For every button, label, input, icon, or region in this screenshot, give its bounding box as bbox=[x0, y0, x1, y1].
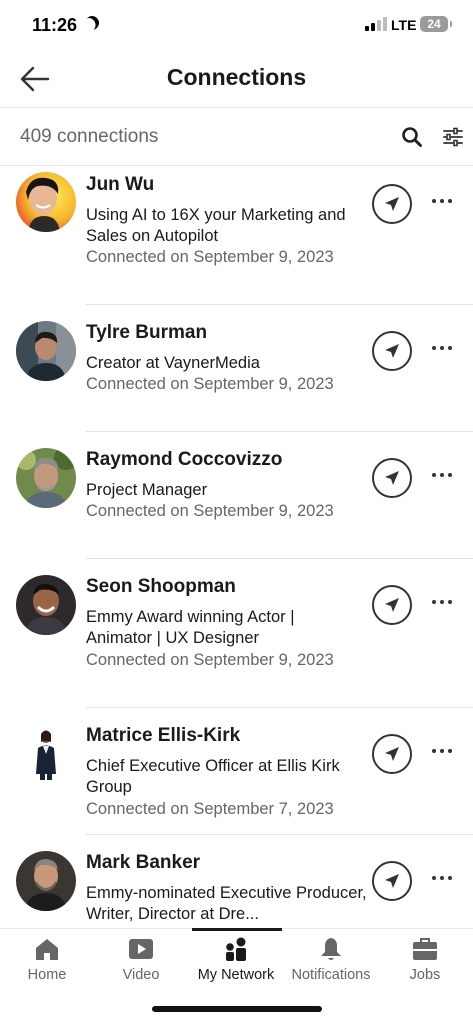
battery-level: 24 bbox=[427, 17, 441, 31]
send-message-button[interactable] bbox=[372, 331, 412, 371]
nav-notifications-label: Notifications bbox=[291, 967, 371, 983]
more-options-button[interactable] bbox=[430, 598, 454, 608]
connected-date: Connected on September 7, 2023 bbox=[86, 800, 334, 818]
avatar[interactable] bbox=[16, 724, 76, 784]
filter-button[interactable] bbox=[442, 127, 464, 147]
connection-row[interactable]: Raymond Coccovizzo Project Manager Conne… bbox=[0, 432, 473, 559]
avatar[interactable] bbox=[16, 321, 76, 381]
nav-video[interactable]: Video bbox=[94, 929, 188, 995]
connection-headline: Project Manager bbox=[86, 481, 208, 499]
connection-headline: Chief Executive Officer at Ellis Kirk Gr… bbox=[86, 757, 340, 796]
send-message-button[interactable] bbox=[372, 458, 412, 498]
nav-home[interactable]: Home bbox=[0, 929, 94, 995]
search-icon bbox=[402, 127, 422, 147]
connection-name[interactable]: Raymond Coccovizzo bbox=[86, 449, 282, 471]
connection-name[interactable]: Mark Banker bbox=[86, 852, 200, 874]
send-message-button[interactable] bbox=[372, 184, 412, 224]
do-not-disturb-icon bbox=[82, 13, 101, 32]
connected-date: Connected on September 9, 2023 bbox=[86, 651, 334, 669]
avatar[interactable] bbox=[16, 172, 76, 232]
connection-row[interactable]: Matrice Ellis-Kirk Chief Executive Offic… bbox=[0, 708, 473, 835]
nav-video-label: Video bbox=[122, 967, 160, 983]
connection-headline: Emmy Award winning Actor | Animator | UX… bbox=[86, 608, 295, 647]
nav-my-network[interactable]: My Network bbox=[189, 929, 283, 995]
avatar[interactable] bbox=[16, 448, 76, 508]
send-icon bbox=[385, 471, 399, 485]
nav-notifications[interactable]: Notifications bbox=[284, 929, 378, 995]
send-icon bbox=[385, 344, 399, 358]
top-app-bar: Connections bbox=[0, 50, 473, 108]
more-options-button[interactable] bbox=[430, 197, 454, 207]
network-type: LTE bbox=[391, 17, 417, 33]
nav-jobs[interactable]: Jobs bbox=[378, 929, 472, 995]
send-icon bbox=[385, 874, 399, 888]
avatar[interactable] bbox=[16, 575, 76, 635]
send-icon bbox=[385, 747, 399, 761]
filter-sliders-icon bbox=[443, 127, 463, 147]
send-message-button[interactable] bbox=[372, 861, 412, 901]
home-indicator[interactable] bbox=[152, 1006, 322, 1012]
search-button[interactable] bbox=[401, 126, 423, 148]
cellular-signal-icon bbox=[365, 17, 387, 31]
more-options-button[interactable] bbox=[430, 344, 454, 354]
connection-headline: Using AI to 16X your Marketing and Sales… bbox=[86, 206, 346, 245]
more-options-button[interactable] bbox=[430, 471, 454, 481]
connection-row[interactable]: Tylre Burman Creator at VaynerMedia Conn… bbox=[0, 305, 473, 432]
connection-name[interactable]: Matrice Ellis-Kirk bbox=[86, 725, 240, 747]
status-bar: 11:26 LTE 24 bbox=[0, 0, 473, 50]
video-icon bbox=[129, 939, 153, 959]
nav-my-network-label: My Network bbox=[197, 967, 275, 983]
battery-icon: 24 bbox=[420, 16, 452, 32]
connections-list: Jun Wu Using AI to 16X your Marketing an… bbox=[0, 166, 473, 928]
connection-row[interactable]: Jun Wu Using AI to 16X your Marketing an… bbox=[0, 166, 473, 305]
avatar[interactable] bbox=[16, 851, 76, 911]
connected-date: Connected on September 9, 2023 bbox=[86, 375, 334, 393]
send-icon bbox=[385, 197, 399, 211]
home-icon bbox=[36, 939, 58, 960]
connections-count: 409 connections bbox=[20, 126, 159, 147]
connection-name[interactable]: Jun Wu bbox=[86, 174, 154, 196]
connection-headline: Emmy-nominated Executive Producer, Write… bbox=[86, 884, 367, 923]
connection-row[interactable]: Mark Banker Emmy-nominated Executive Pro… bbox=[0, 835, 473, 928]
page-title: Connections bbox=[166, 64, 307, 90]
connected-date: Connected on September 9, 2023 bbox=[86, 502, 334, 520]
send-message-button[interactable] bbox=[372, 734, 412, 774]
connections-toolbar: 409 connections bbox=[0, 108, 473, 166]
my-network-icon bbox=[226, 937, 246, 961]
send-icon bbox=[385, 598, 399, 612]
bell-icon bbox=[321, 938, 341, 960]
nav-home-label: Home bbox=[27, 967, 67, 983]
connection-name[interactable]: Tylre Burman bbox=[86, 322, 207, 344]
connection-name[interactable]: Seon Shoopman bbox=[86, 576, 236, 598]
briefcase-icon bbox=[413, 938, 437, 960]
more-options-button[interactable] bbox=[430, 874, 454, 884]
status-time: 11:26 bbox=[32, 15, 78, 35]
nav-jobs-label: Jobs bbox=[409, 967, 441, 983]
more-options-button[interactable] bbox=[430, 747, 454, 757]
connected-date: Connected on September 9, 2023 bbox=[86, 248, 334, 266]
connection-row[interactable]: Seon Shoopman Emmy Award winning Actor |… bbox=[0, 559, 473, 708]
connection-headline: Creator at VaynerMedia bbox=[86, 354, 260, 372]
send-message-button[interactable] bbox=[372, 585, 412, 625]
